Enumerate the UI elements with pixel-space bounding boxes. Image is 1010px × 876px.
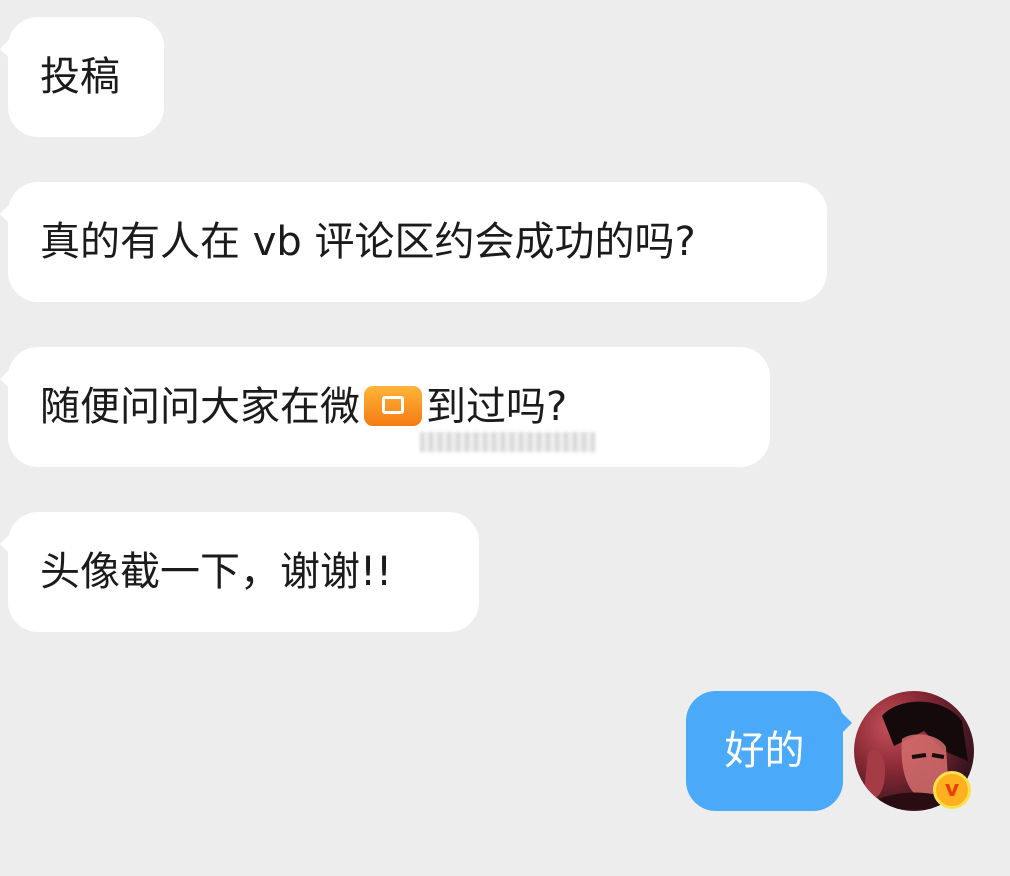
blurred-text-overlay <box>420 432 595 452</box>
incoming-message-bubble[interactable]: 头像截一下，谢谢!! <box>0 512 479 632</box>
message-text: 好的 <box>724 728 805 774</box>
incoming-message-bubble[interactable]: 投稿 <box>0 17 164 137</box>
vip-badge-icon: v <box>933 771 971 809</box>
message-text: 真的有人在 vb 评论区约会成功的吗? <box>40 219 696 265</box>
outgoing-message-bubble[interactable]: 好的 <box>686 691 852 811</box>
message-text-part: 到过吗? <box>426 384 568 430</box>
incoming-message-bubble[interactable]: 随便问问大家在微 到过吗? <box>0 347 770 467</box>
message-text-part: 随便问问大家在微 <box>40 384 360 430</box>
sticker-icon <box>364 386 422 426</box>
message-text: 头像截一下，谢谢!! <box>40 549 393 595</box>
incoming-message-bubble[interactable]: 真的有人在 vb 评论区约会成功的吗? <box>0 182 827 302</box>
message-text: 投稿 <box>40 54 120 100</box>
